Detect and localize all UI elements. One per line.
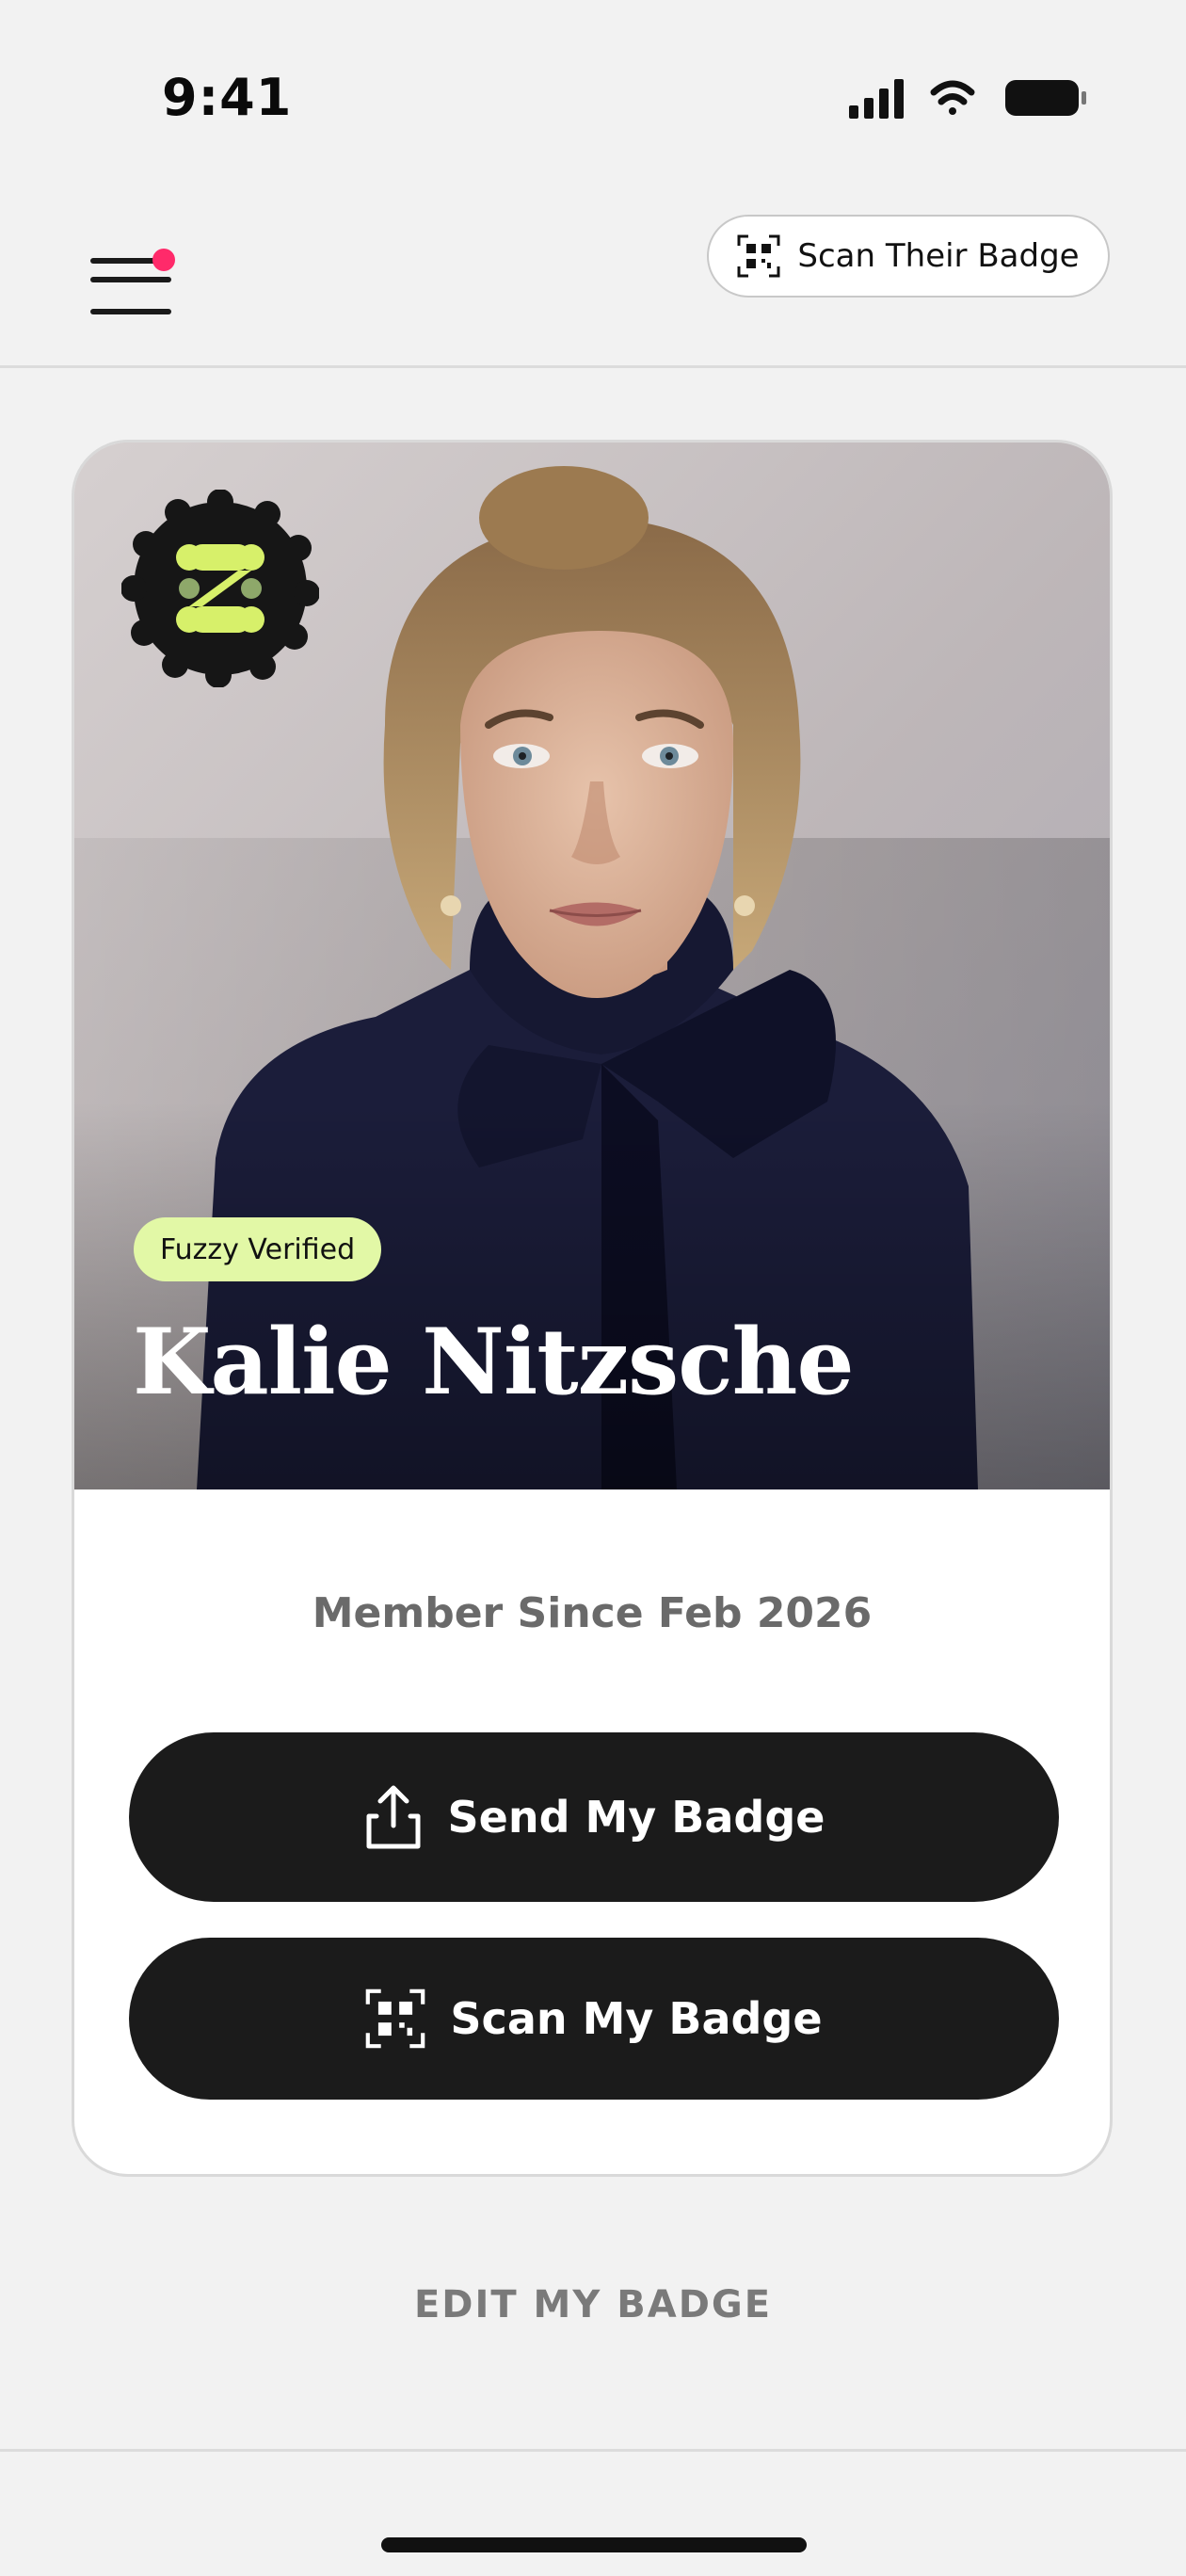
verified-label: Fuzzy Verified	[160, 1232, 356, 1266]
home-indicator[interactable]	[381, 2537, 807, 2552]
menu-button[interactable]	[90, 218, 179, 314]
brand-badge-icon	[121, 490, 319, 687]
qr-scan-icon	[737, 234, 780, 278]
qr-scan-icon	[366, 1988, 425, 2049]
wifi-icon	[930, 80, 975, 115]
share-upload-icon	[366, 1785, 421, 1849]
edit-my-badge-link[interactable]: EDIT MY BADGE	[0, 2283, 1186, 2326]
footer-divider	[0, 2449, 1186, 2452]
profile-photo: Fuzzy Verified Kalie Nitzsche	[74, 443, 1110, 1489]
top-bar: Scan Their Badge	[0, 188, 1186, 365]
status-bar: 9:41	[0, 0, 1186, 188]
member-since-text: Member Since Feb 2026	[312, 1589, 873, 1637]
status-icons	[847, 75, 1092, 122]
send-my-badge-button[interactable]: Send My Badge	[129, 1732, 1059, 1902]
scan-my-badge-button[interactable]: Scan My Badge	[129, 1938, 1059, 2100]
status-time: 9:41	[162, 68, 293, 127]
battery-icon	[1005, 80, 1086, 116]
scan-their-badge-label: Scan Their Badge	[797, 237, 1080, 275]
status-icons-svg	[849, 79, 1086, 119]
header-divider	[0, 365, 1186, 368]
badge-card: Fuzzy Verified Kalie Nitzsche Member Sin…	[72, 440, 1113, 2177]
menu-line-bottom	[90, 309, 171, 314]
verified-badge: Fuzzy Verified	[134, 1217, 382, 1281]
notification-dot	[152, 249, 175, 271]
scan-my-badge-label: Scan My Badge	[450, 1993, 823, 2044]
menu-line-middle	[90, 277, 171, 282]
send-my-badge-label: Send My Badge	[447, 1792, 825, 1843]
profile-name: Kalie Nitzsche	[133, 1309, 855, 1415]
cellular-signal-icon	[849, 79, 904, 119]
scan-their-badge-button[interactable]: Scan Their Badge	[707, 215, 1110, 298]
